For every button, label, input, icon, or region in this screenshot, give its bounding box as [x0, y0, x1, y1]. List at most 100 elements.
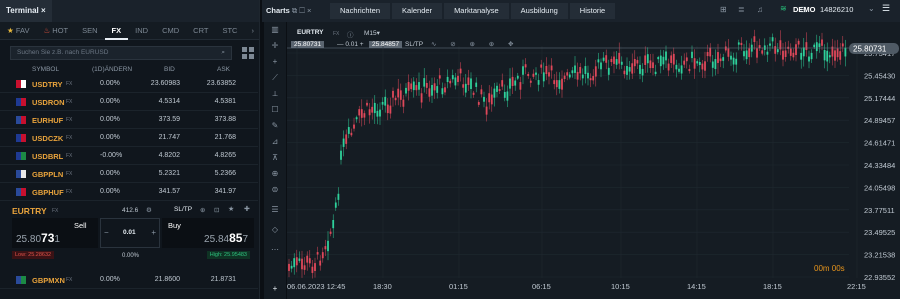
candle: [527, 73, 530, 77]
candle: [641, 68, 644, 76]
plus-button[interactable]: +: [151, 228, 156, 237]
tab-stc[interactable]: STC: [215, 22, 244, 40]
drawing-tool-icon[interactable]: ⊜: [264, 182, 286, 198]
quantity-value[interactable]: 0.01: [123, 229, 136, 236]
drawing-tool-icon[interactable]: ⟋: [264, 70, 286, 86]
candle: [672, 53, 675, 65]
drawing-tool-icon[interactable]: ⟂: [264, 86, 286, 102]
x-tick-label: 01:15: [449, 282, 468, 291]
drawing-tool-icon[interactable]: ⊕: [264, 166, 286, 182]
search-input[interactable]: Suchen Sie z.B. nach EURUSD ⌕: [10, 46, 232, 60]
buy-button[interactable]: Buy 25.84857: [162, 218, 254, 248]
candle: [813, 44, 816, 48]
tab-marktanalyse[interactable]: Marktanalyse: [444, 3, 509, 19]
tab-fav[interactable]: ★ FAV: [0, 22, 36, 40]
tab-sen[interactable]: SEN: [75, 22, 104, 40]
flag-icon: [16, 98, 26, 106]
minus-button[interactable]: −: [104, 228, 109, 237]
candle: [774, 46, 777, 54]
menu-icon[interactable]: ☰: [882, 3, 890, 14]
candle: [680, 65, 683, 74]
crosshair-icon[interactable]: ⊕: [200, 206, 205, 214]
grid-icon[interactable]: ⊞: [720, 5, 727, 14]
candle: [649, 60, 652, 69]
candle: [576, 71, 579, 80]
star-icon[interactable]: ★: [228, 205, 234, 213]
quantity-stepper[interactable]: − 0.01 +: [100, 218, 160, 248]
candle: [600, 62, 602, 70]
y-tick-label: 25.17444: [864, 94, 895, 103]
drawing-tool-icon[interactable]: ◇: [264, 222, 286, 238]
demo-label: DEMO: [793, 5, 816, 14]
settings-icon[interactable]: ⚙: [146, 206, 152, 214]
candle: [626, 65, 628, 75]
list-item[interactable]: GBPPLN FX 0.00% 5.2321 5.2366: [0, 166, 258, 183]
chevron-down-icon[interactable]: ⌄: [868, 4, 875, 13]
bell-icon[interactable]: ♫: [757, 5, 763, 14]
tab-nachrichten[interactable]: Nachrichten: [330, 3, 391, 19]
list-item[interactable]: USDBRL FX -0.00% 4.8202 4.8265: [0, 148, 258, 165]
tab-ausbildung[interactable]: Ausbildung: [510, 3, 568, 19]
candle: [415, 85, 418, 91]
list-item[interactable]: EURHUF FX 0.00% 373.59 373.88: [0, 112, 258, 129]
candle: [646, 54, 649, 64]
candle: [511, 76, 514, 86]
drawing-tool-icon[interactable]: ☐: [264, 102, 286, 118]
drawing-tool-icon[interactable]: ⊼: [264, 150, 286, 166]
candle: [659, 55, 662, 67]
wifi-icon: ≋: [780, 4, 787, 13]
candle: [823, 50, 826, 61]
candle: [488, 93, 491, 103]
col-bid[interactable]: BID: [164, 66, 175, 73]
account-number[interactable]: 14826210: [820, 5, 853, 14]
tab-ind[interactable]: IND: [128, 22, 155, 40]
drawing-tool-icon[interactable]: ▥: [264, 22, 286, 38]
candle: [839, 51, 842, 60]
list-item[interactable]: USDTRY FX 0.00% 23.60983 23.63852: [0, 76, 258, 93]
tab-historie[interactable]: Historie: [569, 3, 616, 19]
tab-kalender[interactable]: Kalender: [392, 3, 443, 19]
col-ask[interactable]: ASK: [217, 66, 230, 73]
tab-fx[interactable]: FX: [104, 22, 129, 40]
terminal-tab[interactable]: Terminal ×: [0, 0, 52, 22]
drawing-tool-icon[interactable]: +: [264, 54, 286, 70]
drawing-tool-icon[interactable]: ⊿: [264, 134, 286, 150]
x-tick-label: 18:15: [763, 282, 782, 291]
top-bar: Charts ⧉ ☐ × Nachrichten Kalender Marktana…: [262, 0, 900, 22]
candle: [446, 76, 449, 83]
list-item[interactable]: USDRON FX 0.00% 4.5314 4.5381: [0, 94, 258, 111]
candle: [428, 88, 431, 97]
trade-symbol: EURTRY: [12, 206, 47, 216]
sell-button[interactable]: Sell 25.80731: [12, 218, 98, 248]
drawing-tool-icon[interactable]: ✛: [264, 38, 286, 54]
tab-cmd[interactable]: CMD: [155, 22, 186, 40]
tab-hot[interactable]: ♨ HOT: [36, 22, 75, 40]
chevron-right-icon[interactable]: ›: [244, 22, 261, 40]
close-icon[interactable]: ×: [41, 6, 46, 15]
drawing-tool-icon[interactable]: ✎: [264, 118, 286, 134]
lock-icon[interactable]: ⊡: [214, 206, 219, 214]
list-item[interactable]: GBPMXN FX 0.00% 21.8600 21.8731: [0, 272, 258, 289]
star-icon: ★: [7, 25, 14, 35]
candle: [397, 88, 400, 98]
col-change[interactable]: (1D)ÄNDERN: [92, 66, 132, 73]
tab-crt[interactable]: CRT: [186, 22, 215, 40]
col-symbol[interactable]: SYMBOL: [32, 66, 59, 73]
list-item[interactable]: GBPHUF FX 0.00% 341.57 341.97: [0, 184, 258, 201]
plus-icon[interactable]: ✚: [244, 205, 250, 213]
drawing-tool-icon[interactable]: ☰: [264, 202, 286, 218]
drawing-tool-icon[interactable]: ⋯: [264, 242, 286, 258]
list-item[interactable]: USDCZK FX 0.00% 21.747 21.768: [0, 130, 258, 147]
list-icon[interactable]: ≣: [738, 5, 745, 14]
candle: [493, 88, 496, 98]
search-icon: ⌕: [221, 49, 225, 56]
flag-icon: [16, 170, 26, 178]
candle: [615, 59, 618, 65]
charts-tab[interactable]: Charts ⧉ ☐ ×: [266, 0, 311, 22]
grid-view-icon[interactable]: [242, 47, 254, 59]
candle: [815, 42, 818, 52]
add-icon[interactable]: +: [264, 281, 286, 297]
high-label: High: 25.95483: [206, 251, 250, 259]
candlestick-chart[interactable]: 25.7341725.4543025.1744424.8945724.61471…: [287, 22, 900, 299]
sltp-button[interactable]: SL/TP: [174, 206, 192, 213]
